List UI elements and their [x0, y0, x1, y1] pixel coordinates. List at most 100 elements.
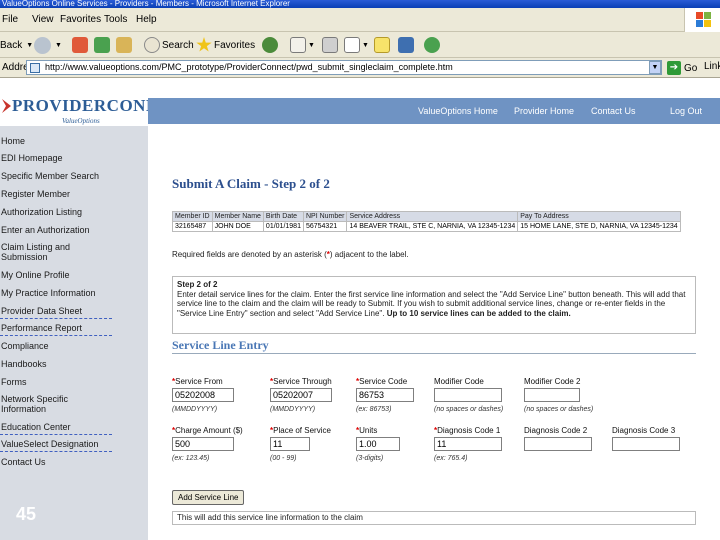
chevron-down-icon[interactable]: ▼: [308, 42, 315, 49]
service-line-title: Service Line Entry: [172, 338, 269, 352]
instructions-box: Step 2 of 2 Enter detail service lines f…: [172, 276, 696, 334]
forward-button[interactable]: ▼: [34, 36, 62, 54]
place-of-service-label: *Place of Service: [270, 426, 331, 435]
go-button[interactable]: ➔ Go: [667, 60, 697, 76]
print-icon: [322, 37, 338, 53]
units-input[interactable]: [356, 437, 400, 451]
modifier-code-input[interactable]: [434, 388, 502, 402]
research-button[interactable]: [398, 36, 416, 54]
sidebar: Home EDI Homepage Specific Member Search…: [0, 126, 148, 540]
star-icon: [196, 37, 212, 52]
service-from-input[interactable]: [172, 388, 234, 402]
sidebar-item-contact-us[interactable]: Contact Us: [0, 457, 148, 467]
messenger-button[interactable]: [424, 36, 442, 54]
discuss-button[interactable]: [374, 36, 392, 54]
home-icon: [116, 37, 132, 53]
diagnosis-code-3-label: Diagnosis Code 3: [612, 426, 676, 435]
menu-file[interactable]: File: [2, 14, 18, 25]
address-input[interactable]: http://www.valueoptions.com/PMC_prototyp…: [26, 60, 662, 75]
table-header-row: Member ID Member Name Birth Date NPI Num…: [172, 211, 681, 222]
sidebar-item-provider-data-sheet[interactable]: Provider Data Sheet: [0, 306, 148, 316]
links-toolbar[interactable]: Links: [704, 61, 720, 72]
chevron-down-icon[interactable]: ▼: [55, 42, 62, 49]
sidebar-item-education-center[interactable]: Education Center: [0, 422, 148, 432]
sidebar-item-register-member[interactable]: Register Member: [0, 189, 148, 199]
service-from-label: *Service From: [172, 377, 223, 386]
address-bar: Address http://www.valueoptions.com/PMC_…: [0, 58, 720, 78]
windows-logo-icon: [684, 8, 720, 32]
modifier-code-2-input[interactable]: [524, 388, 580, 402]
diagnosis-code-3-input[interactable]: [612, 437, 680, 451]
providerconnect-logo: PROVIDERCONNECT ValueOptions: [0, 96, 195, 126]
sidebar-item-practice-information[interactable]: My Practice Information: [0, 288, 148, 298]
mail-button[interactable]: ▼: [290, 36, 315, 54]
sidebar-item-valueselect[interactable]: ValueSelect Designation: [0, 439, 148, 449]
sidebar-item-forms[interactable]: Forms: [0, 377, 148, 387]
sidebar-item-enter-authorization[interactable]: Enter an Authorization: [0, 225, 148, 235]
sidebar-item-handbooks[interactable]: Handbooks: [0, 359, 148, 369]
units-label: *Units: [356, 426, 378, 435]
books-icon: [398, 37, 414, 53]
sidebar-item-online-profile[interactable]: My Online Profile: [0, 270, 148, 280]
diagnosis-code-1-hint: (ex: 765.4): [434, 455, 468, 462]
mail-icon: [290, 37, 306, 53]
nav-provider-home[interactable]: Provider Home: [514, 106, 574, 116]
nav-log-out[interactable]: Log Out: [670, 106, 702, 116]
add-line-note: This will add this service line informat…: [172, 511, 696, 525]
service-code-input[interactable]: [356, 388, 414, 402]
sidebar-item-home[interactable]: Home: [0, 136, 148, 146]
charge-amount-hint: (ex: 123.45): [172, 455, 210, 462]
instructions-bold-tail: Up to 10 service lines can be added to t…: [386, 308, 571, 318]
address-dropdown-button[interactable]: ▼: [649, 61, 661, 74]
diagnosis-code-2-input[interactable]: [524, 437, 592, 451]
claim-summary-table: Member ID Member Name Birth Date NPI Num…: [172, 211, 681, 232]
sidebar-item-edi-homepage[interactable]: EDI Homepage: [0, 153, 148, 163]
standard-toolbar: Back ▼ ▼ Search Favorites ▼ ▼: [0, 32, 720, 58]
back-button[interactable]: Back ▼: [0, 36, 33, 54]
table-row: 32165487 JOHN DOE 01/01/1981 56754321 14…: [172, 221, 681, 232]
service-through-input[interactable]: [270, 388, 332, 402]
menu-view[interactable]: View: [32, 14, 54, 25]
nav-valueoptions-home[interactable]: ValueOptions Home: [418, 106, 498, 116]
modifier-code-2-hint: (no spaces or dashes): [524, 406, 594, 413]
chevron-down-icon[interactable]: ▼: [26, 42, 33, 49]
menu-help[interactable]: Help: [136, 14, 157, 25]
address-url: http://www.valueoptions.com/PMC_prototyp…: [45, 62, 453, 72]
sidebar-item-network-info[interactable]: Network Specific Information: [0, 394, 92, 414]
sidebar-divider: [0, 451, 112, 452]
sidebar-item-compliance[interactable]: Compliance: [0, 341, 148, 351]
modifier-code-hint: (no spaces or dashes): [434, 406, 504, 413]
edit-button[interactable]: ▼: [344, 36, 369, 54]
home-button[interactable]: [116, 36, 134, 54]
sidebar-divider: [0, 318, 112, 319]
refresh-button[interactable]: [94, 36, 112, 54]
history-icon: [262, 37, 278, 53]
place-of-service-input[interactable]: [270, 437, 310, 451]
favorites-button[interactable]: Favorites: [196, 36, 255, 54]
charge-amount-label: *Charge Amount ($): [172, 426, 243, 435]
menu-tools[interactable]: Tools: [104, 14, 127, 25]
modifier-code-label: Modifier Code: [434, 377, 484, 386]
table-header-cell: Birth Date: [262, 211, 304, 222]
add-service-line-button[interactable]: Add Service Line: [172, 490, 245, 505]
sidebar-item-claim-listing[interactable]: Claim Listing and Submission: [0, 242, 100, 262]
sidebar-item-member-search[interactable]: Specific Member Search: [0, 171, 148, 181]
charge-amount-input[interactable]: [172, 437, 234, 451]
diagnosis-code-1-input[interactable]: [434, 437, 502, 451]
diagnosis-code-2-label: Diagnosis Code 2: [524, 426, 588, 435]
nav-contact-us[interactable]: Contact Us: [591, 106, 636, 116]
search-button[interactable]: Search: [144, 36, 194, 54]
history-button[interactable]: [262, 36, 280, 54]
window-title: ValueOptions Online Services - Providers…: [2, 0, 290, 8]
menu-favorites[interactable]: Favorites: [60, 14, 101, 25]
place-of-service-hint: (00 - 99): [270, 455, 297, 462]
print-button[interactable]: [322, 36, 340, 54]
stop-button[interactable]: [72, 36, 90, 54]
service-through-hint: (MMDDYYYY): [270, 406, 316, 413]
table-cell: 14 BEAVER TRAIL, STE C, NARNIA, VA 12345…: [346, 221, 519, 232]
required-note-text: ) adjacent to the label.: [329, 250, 409, 259]
search-icon: [144, 37, 160, 53]
sidebar-item-performance-report[interactable]: Performance Report: [0, 323, 148, 333]
sidebar-item-authorization-listing[interactable]: Authorization Listing: [0, 207, 148, 217]
chevron-down-icon[interactable]: ▼: [362, 42, 369, 49]
